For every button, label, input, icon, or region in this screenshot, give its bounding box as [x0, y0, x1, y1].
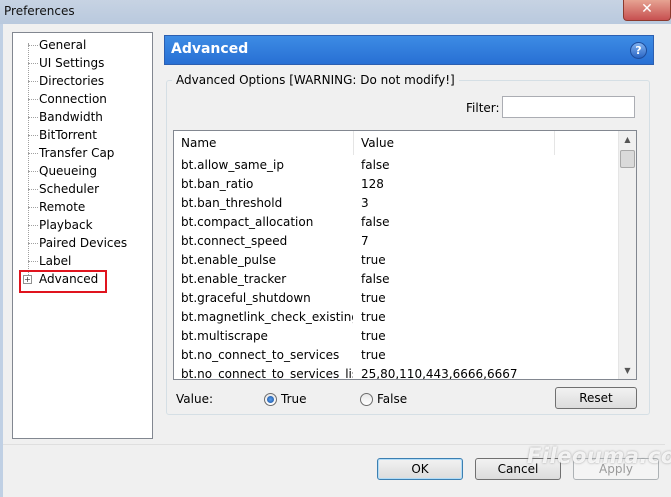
setting-value: false — [361, 272, 390, 286]
scroll-down-icon[interactable]: ▼ — [619, 362, 636, 379]
tree-item-label: BitTorrent — [39, 128, 97, 142]
watermark-text: Fileouma.com — [527, 444, 671, 468]
setting-name: bt.graceful_shutdown — [181, 291, 311, 305]
setting-name: bt.multiscrape — [181, 329, 268, 343]
radio-selected-dot — [267, 396, 274, 403]
table-row[interactable]: bt.ban_ratio 128 — [174, 175, 619, 194]
setting-name: bt.magnetlink_check_existing_... — [181, 310, 353, 324]
ok-button[interactable]: OK — [377, 458, 463, 480]
panel-title: Advanced — [171, 41, 249, 57]
tree-item-label: Remote — [39, 200, 86, 214]
setting-value: false — [361, 158, 390, 172]
setting-value: 128 — [361, 177, 384, 191]
table-row[interactable]: bt.graceful_shutdown true — [174, 289, 619, 308]
selection-highlight-box — [19, 270, 107, 293]
radio-true[interactable] — [264, 393, 277, 406]
setting-name: bt.ban_ratio — [181, 177, 254, 191]
tree-item-label: General — [39, 38, 87, 52]
tree-item-label: Label — [39, 254, 72, 268]
panel-header: Advanced ? — [164, 35, 654, 65]
settings-list: Name Value bt.allow_same_ip false bt.ban_… — [173, 130, 637, 380]
reset-button[interactable]: Reset — [555, 387, 637, 409]
setting-name: bt.enable_tracker — [181, 272, 287, 286]
value-label: Value: — [176, 392, 213, 406]
column-header-name[interactable]: Name — [174, 131, 354, 155]
radio-false-label[interactable]: False — [377, 392, 407, 406]
filter-label: Filter: — [466, 101, 500, 115]
close-button[interactable]: ✕ — [623, 0, 671, 21]
list-scrollbar[interactable]: ▲ ▼ — [618, 131, 636, 379]
group-title: Advanced Options [WARNING: Do not modify… — [172, 73, 459, 87]
scroll-thumb[interactable] — [620, 150, 635, 168]
table-row[interactable]: bt.no_connect_to_services_list 25,80,110,… — [174, 365, 619, 380]
help-icon[interactable]: ? — [630, 42, 647, 59]
setting-value: true — [361, 291, 386, 305]
table-row[interactable]: bt.multiscrape true — [174, 327, 619, 346]
setting-name: bt.no_connect_to_services — [181, 348, 340, 362]
setting-value: 25,80,110,443,6666,6667 — [361, 367, 518, 380]
table-row[interactable]: bt.allow_same_ip false — [174, 156, 619, 175]
title-bar: Preferences ✕ — [0, 0, 671, 24]
tree-item-label: Queueing — [39, 164, 97, 178]
setting-value: 7 — [361, 234, 369, 248]
tree-item-label: Playback — [39, 218, 93, 232]
setting-name: bt.connect_speed — [181, 234, 288, 248]
scroll-up-icon[interactable]: ▲ — [619, 131, 636, 148]
setting-name: bt.compact_allocation — [181, 215, 314, 229]
table-row[interactable]: bt.magnetlink_check_existing_... true — [174, 308, 619, 327]
table-row[interactable]: bt.no_connect_to_services true — [174, 346, 619, 365]
tree-item-label: Directories — [39, 74, 105, 88]
close-icon: ✕ — [641, 1, 653, 17]
table-row[interactable]: bt.ban_threshold 3 — [174, 194, 619, 213]
tree-item-label: Scheduler — [39, 182, 100, 196]
setting-value: true — [361, 329, 386, 343]
list-header: Name Value — [174, 131, 619, 155]
tree-item-label: Bandwidth — [39, 110, 103, 124]
setting-value: false — [361, 215, 390, 229]
radio-false[interactable] — [360, 393, 373, 406]
setting-name: bt.allow_same_ip — [181, 158, 284, 172]
filter-input[interactable] — [502, 96, 635, 118]
setting-value: true — [361, 310, 386, 324]
setting-value: true — [361, 348, 386, 362]
table-row[interactable]: bt.compact_allocation false — [174, 213, 619, 232]
radio-true-label[interactable]: True — [281, 392, 307, 406]
preferences-tree: General UI Settings Directories Connecti… — [12, 32, 153, 439]
setting-value: 3 — [361, 196, 369, 210]
tree-item-label: UI Settings — [39, 56, 105, 70]
tree-item-label: Transfer Cap — [39, 146, 115, 160]
window-title: Preferences — [4, 4, 75, 18]
setting-name: bt.enable_pulse — [181, 253, 277, 267]
table-row[interactable]: bt.enable_tracker false — [174, 270, 619, 289]
setting-name: bt.no_connect_to_services_list — [181, 367, 353, 380]
table-row[interactable]: bt.connect_speed 7 — [174, 232, 619, 251]
table-row[interactable]: bt.enable_pulse true — [174, 251, 619, 270]
setting-value: true — [361, 253, 386, 267]
setting-name: bt.ban_threshold — [181, 196, 283, 210]
column-header-value[interactable]: Value — [354, 131, 555, 155]
tree-item-label: Paired Devices — [39, 236, 128, 250]
tree-item-label: Connection — [39, 92, 107, 106]
list-rows: bt.allow_same_ip false bt.ban_ratio 128 bt… — [174, 156, 619, 380]
